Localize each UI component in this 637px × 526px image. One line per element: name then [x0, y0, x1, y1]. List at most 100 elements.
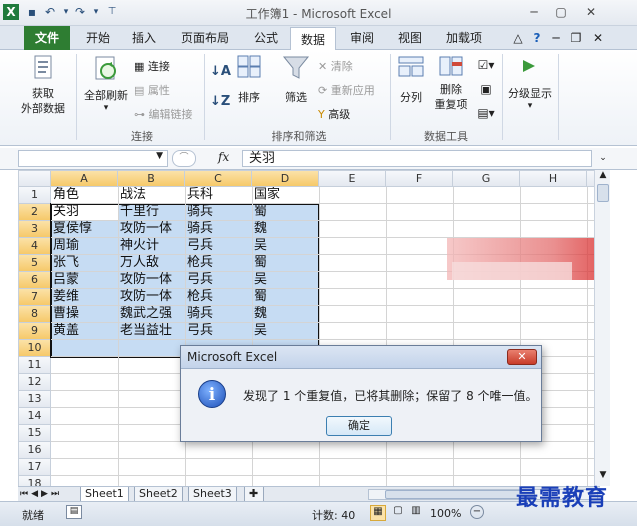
table-cell[interactable]: 万人敌 — [118, 255, 185, 272]
table-cell[interactable]: 吴 — [252, 238, 319, 255]
what-if-icon[interactable]: ▤▾ — [474, 106, 498, 120]
table-cell[interactable]: 攻防一体 — [118, 272, 185, 289]
row-header-3[interactable]: 3 — [18, 221, 51, 238]
sort-az-icon[interactable]: ↓A — [210, 64, 231, 79]
macro-record-icon[interactable]: ▤ — [66, 505, 82, 519]
column-header-e[interactable]: E — [319, 170, 386, 187]
table-cell[interactable]: 枪兵 — [185, 255, 252, 272]
table-cell[interactable]: 魏武之强 — [118, 306, 185, 323]
formula-input[interactable]: 关羽 — [242, 150, 592, 167]
table-cell[interactable]: 吴 — [252, 272, 319, 289]
insert-function-icon[interactable]: fx — [218, 150, 238, 164]
header-cell[interactable]: 国家 — [252, 187, 319, 204]
row-header-5[interactable]: 5 — [18, 255, 51, 272]
table-cell[interactable]: 弓兵 — [185, 272, 252, 289]
sheet-tab-3[interactable]: Sheet3 — [188, 487, 237, 502]
ok-button[interactable]: 确定 — [326, 416, 392, 436]
insert-sheet-icon[interactable]: ✚ — [244, 487, 264, 502]
row-header-15[interactable]: 15 — [18, 425, 51, 442]
minimize-icon[interactable]: ─ — [523, 3, 545, 21]
data-validation-icon[interactable]: ☑▾ — [474, 58, 498, 72]
row-header-9[interactable]: 9 — [18, 323, 51, 340]
h-scroll-thumb[interactable] — [385, 490, 535, 499]
consolidate-icon[interactable]: ▣ — [474, 82, 498, 96]
select-all-corner[interactable] — [18, 170, 51, 187]
sort-button[interactable]: 排序 — [232, 54, 266, 105]
table-cell[interactable]: 骑兵 — [185, 204, 252, 221]
help-icon[interactable]: ? — [528, 26, 546, 50]
name-box-dropdown-icon[interactable]: ▼ — [156, 151, 163, 161]
scroll-up-icon[interactable]: ▲ — [596, 170, 610, 184]
row-header-10[interactable]: 10 — [18, 340, 51, 357]
table-cell[interactable]: 魏 — [252, 221, 319, 238]
row-header-11[interactable]: 11 — [18, 357, 51, 374]
header-cell[interactable]: 战法 — [118, 187, 185, 204]
tab-page-layout[interactable]: 页面布局 — [168, 26, 242, 50]
sheet-nav-icons[interactable]: ⏮◀▶⏭ — [20, 487, 62, 501]
row-header-1[interactable]: 1 — [18, 187, 51, 204]
column-header-f[interactable]: F — [386, 170, 453, 187]
wb-minimize-icon[interactable]: ─ — [548, 26, 564, 50]
connections-button[interactable]: ▦ 连接 — [134, 58, 196, 74]
table-cell[interactable]: 蜀 — [252, 204, 319, 221]
row-header-6[interactable]: 6 — [18, 272, 51, 289]
table-cell[interactable]: 吴 — [252, 323, 319, 340]
tab-data[interactable]: 数据 — [290, 27, 336, 51]
table-cell[interactable]: 骑兵 — [185, 221, 252, 238]
tab-insert[interactable]: 插入 — [122, 26, 166, 50]
table-cell[interactable]: 攻防一体 — [118, 289, 185, 306]
row-header-12[interactable]: 12 — [18, 374, 51, 391]
refresh-dropdown-icon[interactable]: ▾ — [82, 103, 130, 113]
sheet-tab-1[interactable]: Sheet1 — [80, 487, 129, 502]
table-cell[interactable]: 枪兵 — [185, 289, 252, 306]
table-cell[interactable]: 弓兵 — [185, 238, 252, 255]
tab-home[interactable]: 开始 — [76, 26, 120, 50]
properties-button[interactable]: ▤ 属性 — [134, 82, 196, 98]
column-header-g[interactable]: G — [453, 170, 520, 187]
header-cell[interactable]: 角色 — [51, 187, 118, 204]
zoom-level[interactable]: 100% — [430, 507, 461, 520]
text-to-columns-button[interactable]: 分列 — [394, 54, 428, 105]
edit-links-button[interactable]: ⊶ 编辑链接 — [134, 106, 204, 122]
table-cell[interactable]: 张飞 — [51, 255, 118, 272]
refresh-all-button[interactable]: 全部刷新 ▾ — [82, 54, 130, 113]
row-header-13[interactable]: 13 — [18, 391, 51, 408]
table-cell[interactable]: 千里行 — [118, 204, 185, 221]
row-header-17[interactable]: 17 — [18, 459, 51, 476]
table-cell[interactable]: 夏侯惇 — [51, 221, 118, 238]
column-header-a[interactable]: A — [51, 170, 118, 187]
table-cell[interactable]: 神火计 — [118, 238, 185, 255]
tab-view[interactable]: 视图 — [388, 26, 432, 50]
dialog-close-button[interactable]: ✕ — [507, 349, 537, 365]
normal-view-icon[interactable]: ▦ — [370, 505, 386, 521]
vertical-scrollbar[interactable]: ▲ ▼ — [594, 170, 610, 486]
page-break-view-icon[interactable]: ▥ — [408, 505, 424, 521]
tab-file[interactable]: 文件 — [24, 26, 70, 50]
name-box[interactable]: ▼ — [18, 150, 168, 167]
column-header-d[interactable]: D — [252, 170, 319, 187]
row-header-2[interactable]: 2 — [18, 204, 51, 221]
formula-expand-icon[interactable]: ⌒ — [172, 150, 196, 167]
row-header-8[interactable]: 8 — [18, 306, 51, 323]
row-header-4[interactable]: 4 — [18, 238, 51, 255]
filter-button[interactable]: 筛选 — [276, 54, 316, 105]
row-header-14[interactable]: 14 — [18, 408, 51, 425]
header-cell[interactable]: 兵科 — [185, 187, 252, 204]
tab-review[interactable]: 审阅 — [340, 26, 384, 50]
sort-za-icon[interactable]: ↓Z — [210, 94, 230, 109]
table-cell[interactable]: 蜀 — [252, 289, 319, 306]
page-layout-view-icon[interactable]: ▢ — [390, 505, 406, 521]
table-cell[interactable]: 黄盖 — [51, 323, 118, 340]
wb-close-icon[interactable]: ✕ — [590, 26, 606, 50]
window-close-icon[interactable]: ✕ — [580, 3, 602, 21]
column-header-b[interactable]: B — [118, 170, 185, 187]
row-header-7[interactable]: 7 — [18, 289, 51, 306]
formula-expand-down-icon[interactable]: ⌄ — [596, 150, 610, 167]
remove-duplicates-button[interactable]: 删除 重复项 — [430, 54, 472, 112]
table-cell[interactable]: 弓兵 — [185, 323, 252, 340]
sheet-tab-2[interactable]: Sheet2 — [134, 487, 183, 502]
zoom-out-icon[interactable]: − — [470, 505, 484, 519]
outline-dropdown-icon[interactable]: ▾ — [506, 101, 554, 111]
table-cell[interactable]: 魏 — [252, 306, 319, 323]
outline-button[interactable]: 分级显示 ▾ — [506, 54, 554, 111]
